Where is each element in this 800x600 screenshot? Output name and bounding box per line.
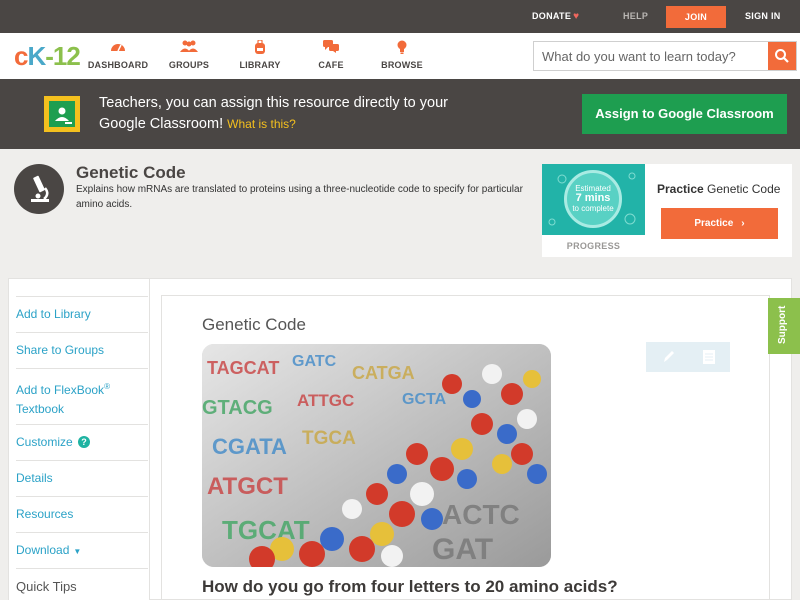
- what-is-this-link[interactable]: What is this?: [227, 117, 296, 131]
- support-tab[interactable]: Support: [768, 298, 800, 354]
- nav-library[interactable]: LIBRARY: [225, 39, 295, 70]
- practice-heading: Practice Genetic Code: [657, 182, 781, 196]
- classroom-banner: Teachers, you can assign this resource d…: [0, 79, 800, 149]
- sidebar-resources[interactable]: Resources: [16, 496, 148, 524]
- gauge-icon: [83, 40, 153, 56]
- svg-text:GCTA: GCTA: [402, 391, 447, 408]
- article-question: How do you go from four letters to 20 am…: [202, 577, 618, 596]
- main-nav: cK-12 DASHBOARD GROUPS LIBRARY CAFE BROW…: [0, 33, 800, 79]
- people-icon: [154, 40, 224, 56]
- progress-label: PROGRESS: [566, 241, 621, 251]
- concept-title: Genetic Code: [76, 163, 186, 182]
- svg-text:CATGA: CATGA: [352, 363, 415, 383]
- ck12-logo[interactable]: cK-12: [14, 41, 81, 72]
- microscope-icon: [14, 164, 64, 214]
- svg-text:TAGCAT: TAGCAT: [207, 358, 279, 378]
- heart-icon: ♥: [573, 11, 580, 22]
- nav-cafe[interactable]: CAFE: [296, 40, 366, 70]
- svg-text:ATGCT: ATGCT: [207, 473, 288, 500]
- sidebar-share-to-groups[interactable]: Share to Groups: [16, 332, 148, 360]
- article-tools: [646, 342, 730, 372]
- time-estimate-badge: Estimated 7 mins to complete: [564, 170, 622, 228]
- sidebar-add-to-library[interactable]: Add to Library: [16, 296, 148, 324]
- chat-icon: [296, 40, 366, 56]
- help-link[interactable]: HELP: [623, 0, 648, 33]
- assign-google-classroom-button[interactable]: Assign to Google Classroom: [582, 94, 787, 134]
- lightbulb-icon: [367, 40, 437, 56]
- sidebar-download[interactable]: Download ▼: [16, 532, 148, 561]
- notes-icon[interactable]: [688, 342, 730, 372]
- svg-text:TGCAT: TGCAT: [222, 515, 310, 545]
- search-icon: [775, 49, 789, 63]
- nav-browse[interactable]: BROWSE: [367, 40, 437, 70]
- sidebar-customize[interactable]: Customize ?: [16, 424, 148, 452]
- svg-text:CGATA: CGATA: [212, 434, 287, 459]
- svg-text:GAT: GAT: [432, 533, 493, 566]
- sign-in-link[interactable]: SIGN IN: [745, 0, 781, 33]
- search-input[interactable]: [534, 42, 769, 70]
- svg-text:GTACG: GTACG: [202, 397, 273, 419]
- sidebar-quick-tips[interactable]: Quick Tips: [16, 568, 148, 596]
- caret-down-icon: ▼: [73, 547, 82, 556]
- concept-description: Explains how mRNAs are translated to pro…: [76, 184, 523, 210]
- help-icon[interactable]: ?: [78, 436, 91, 448]
- backpack-icon: [225, 39, 295, 56]
- join-button[interactable]: JOIN: [666, 6, 726, 28]
- donate-link[interactable]: DONATE ♥: [532, 0, 579, 33]
- practice-button[interactable]: Practice ›: [661, 208, 778, 239]
- search-button[interactable]: [768, 42, 796, 70]
- google-classroom-icon: [44, 96, 80, 132]
- donate-label: DONATE: [532, 11, 572, 21]
- sidebar-add-to-flexbook[interactable]: Add to FlexBook® Textbook: [16, 368, 148, 419]
- pencil-icon[interactable]: [646, 342, 688, 372]
- svg-text:ACTC: ACTC: [442, 499, 520, 530]
- sidebar-details[interactable]: Details: [16, 460, 148, 488]
- sidebar: Add to Library Share to Groups Add to Fl…: [9, 279, 150, 600]
- chevron-right-icon: ›: [741, 218, 745, 229]
- practice-progress-graphic: Estimated 7 mins to complete: [542, 164, 645, 235]
- svg-text:GATC: GATC: [292, 353, 337, 370]
- dna-illustration: TAGCAT GATC CATGA GTACG ATTGC CGATA TGCA…: [202, 344, 551, 567]
- nav-dashboard[interactable]: DASHBOARD: [83, 40, 153, 70]
- svg-text:TGCA: TGCA: [302, 428, 356, 449]
- classroom-message: Teachers, you can assign this resource d…: [99, 93, 459, 135]
- article-title: Genetic Code: [202, 315, 306, 334]
- svg-text:ATTGC: ATTGC: [297, 391, 354, 410]
- practice-card: Estimated 7 mins to complete PROGRESS Pr…: [542, 164, 792, 257]
- nav-groups[interactable]: GROUPS: [154, 40, 224, 70]
- search-box: [533, 41, 797, 71]
- top-bar: DONATE ♥ HELP JOIN SIGN IN: [0, 0, 800, 33]
